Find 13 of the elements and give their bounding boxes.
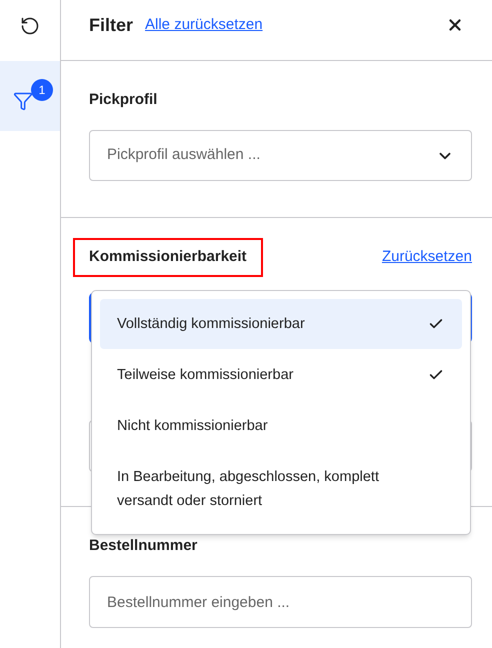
- reset-all-link[interactable]: Alle zurücksetzen: [145, 14, 263, 36]
- bestellnummer-field[interactable]: Bestellnummer eingeben ...: [89, 576, 472, 628]
- reset-link[interactable]: Zurücksetzen: [382, 246, 472, 268]
- section-label: Bestellnummer: [89, 536, 198, 556]
- filter-icon: [13, 91, 33, 111]
- section-label: Kommissionierbarkeit: [73, 238, 263, 276]
- panel-title: Filter: [89, 14, 134, 36]
- rail-button[interactable]: 1: [0, 61, 60, 131]
- count-badge: 1: [31, 79, 53, 101]
- undo-icon: [20, 16, 40, 36]
- pickprofil-select[interactable]: Pickprofil auswählen ...: [89, 130, 472, 181]
- dropdown-option[interactable]: Vollständig kommissionierbar: [100, 299, 462, 349]
- section-label: Pickprofil: [89, 90, 158, 110]
